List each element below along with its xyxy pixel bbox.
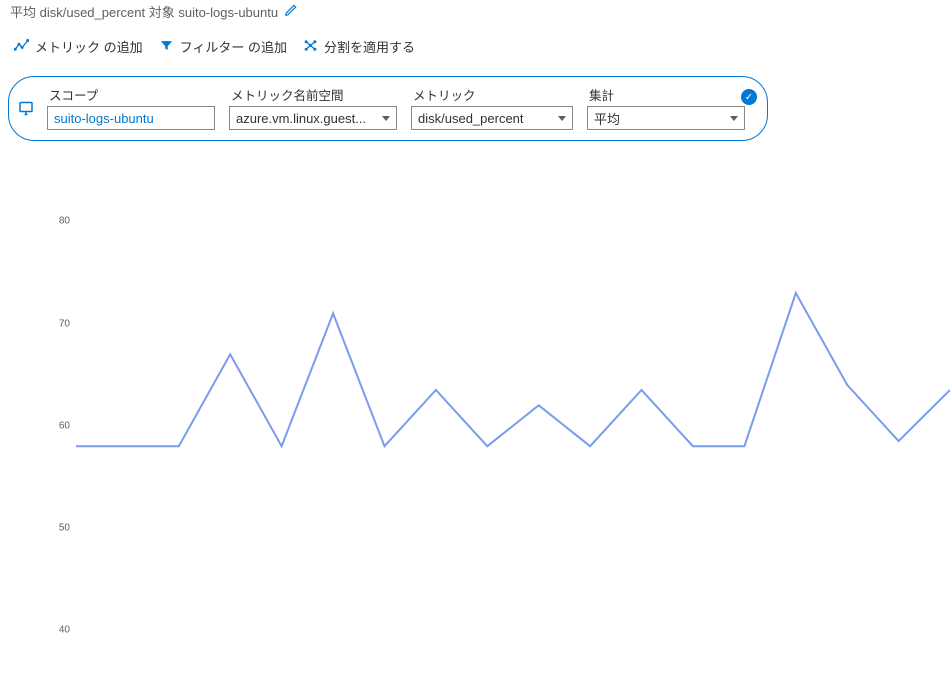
y-axis-tick: 60 [50,420,70,431]
add-metric-label: メトリック の追加 [35,37,143,56]
scope-dropdown[interactable]: suito-logs-ubuntu [47,106,215,130]
apply-split-label: 分割を適用する [324,37,415,56]
scope-label: スコープ [47,85,215,104]
add-filter-button[interactable]: フィルター の追加 [159,37,287,56]
namespace-field: メトリック名前空間 azure.vm.linux.guest... [229,85,397,130]
y-axis-tick: 70 [50,318,70,329]
pencil-icon[interactable] [284,3,298,20]
add-metric-button[interactable]: メトリック の追加 [14,37,143,56]
chevron-down-icon [558,116,566,121]
aggregation-field: 集計 平均 [587,85,745,130]
add-filter-label: フィルター の追加 [180,37,287,56]
filter-icon [159,38,174,56]
aggregation-dropdown[interactable]: 平均 [587,106,745,130]
chart-title-row: 平均 disk/used_percent 対象 suito-logs-ubunt… [0,0,951,29]
chart: 80 70 60 50 40 [30,201,950,671]
namespace-value: azure.vm.linux.guest... [236,111,366,126]
apply-split-button[interactable]: 分割を適用する [303,37,415,56]
chevron-down-icon [382,116,390,121]
y-axis-tick: 50 [50,522,70,533]
metric-dropdown[interactable]: disk/used_percent [411,106,573,130]
scope-field: スコープ suito-logs-ubuntu [47,85,215,130]
series-line [76,293,950,446]
namespace-dropdown[interactable]: azure.vm.linux.guest... [229,106,397,130]
chart-plot [76,201,950,671]
resource-icon [17,99,35,120]
metrics-toolbar: メトリック の追加 フィルター の追加 分割を適用する [0,29,951,64]
scope-value: suito-logs-ubuntu [54,111,154,126]
y-axis-tick: 80 [50,216,70,227]
chevron-down-icon [730,116,738,121]
checkmark-icon: ✓ [741,89,757,105]
metric-selector-pill: スコープ suito-logs-ubuntu メトリック名前空間 azure.v… [8,76,768,141]
aggregation-value: 平均 [594,109,620,128]
line-chart-icon [14,38,29,56]
metric-field: メトリック disk/used_percent [411,85,573,130]
y-axis-tick: 40 [50,625,70,636]
metric-value: disk/used_percent [418,111,524,126]
aggregation-label: 集計 [587,85,745,104]
metric-label: メトリック [411,85,573,104]
split-icon [303,38,318,56]
chart-title: 平均 disk/used_percent 対象 suito-logs-ubunt… [10,2,278,21]
namespace-label: メトリック名前空間 [229,85,397,104]
